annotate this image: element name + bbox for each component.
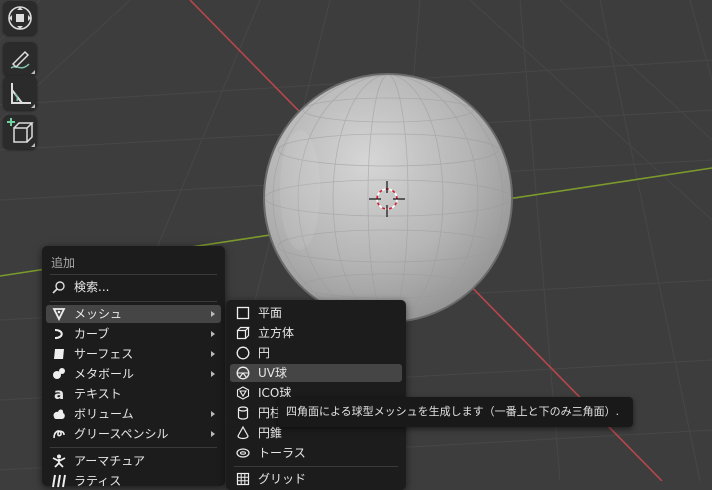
tool-options-corner <box>31 104 35 108</box>
menu-separator <box>50 301 217 302</box>
menu-item-plane[interactable]: 平面 <box>230 304 402 322</box>
submenu-arrow-icon <box>211 311 215 317</box>
move-view-icon <box>8 6 32 30</box>
menu-item-label: UV球 <box>258 366 287 380</box>
menu-item-surface[interactable]: サーフェス <box>46 345 221 363</box>
mesh-icon <box>52 307 66 321</box>
torus-icon <box>236 446 250 460</box>
tool-options-corner <box>31 143 35 147</box>
menu-item-cube[interactable]: 立方体 <box>230 324 402 342</box>
menu-item-torus[interactable]: トーラス <box>230 444 402 462</box>
mesh-submenu: 平面 立方体 円 UV球 ICO球 円柱 円錐 トーラス グリッド <box>226 300 406 490</box>
search-icon <box>52 280 66 294</box>
menu-item-metaball[interactable]: メタボール <box>46 365 221 383</box>
menu-item-label: メタボール <box>74 367 135 381</box>
menu-item-label: カーブ <box>74 327 110 341</box>
menu-item-label: グリースペンシル <box>74 427 169 441</box>
tooltip: 四角面による球型メッシュを生成します（一番上と下のみ三角面）. <box>278 397 633 427</box>
menu-item-grease-pencil[interactable]: グリースペンシル <box>46 425 221 443</box>
tool-options-corner <box>31 70 35 74</box>
menu-item-label: アーマチュア <box>74 454 146 468</box>
volume-icon <box>52 407 66 421</box>
grease-pencil-icon <box>52 427 66 441</box>
cylinder-icon <box>236 406 250 420</box>
lattice-icon <box>52 474 66 488</box>
menu-item-lattice[interactable]: ラティス <box>46 472 221 490</box>
menu-item-label: テキスト <box>74 387 122 401</box>
menu-item-label: サーフェス <box>74 347 134 361</box>
plane-icon <box>236 306 250 320</box>
submenu-arrow-icon <box>211 331 215 337</box>
menu-item-label: 円錐 <box>258 426 283 440</box>
menu-item-grid[interactable]: グリッド <box>230 470 402 488</box>
add-menu: 追加 検索... メッシュ カーブ サーフェス メタボール a テキスト ボリュ… <box>42 246 225 488</box>
armature-icon <box>52 454 66 468</box>
measure-tool-button[interactable] <box>3 76 37 110</box>
menu-search[interactable]: 検索... <box>46 278 221 296</box>
submenu-arrow-icon <box>211 371 215 377</box>
menu-item-label: トーラス <box>258 446 306 460</box>
cube-icon <box>236 326 250 340</box>
menu-item-label: 平面 <box>258 306 283 320</box>
menu-item-volume[interactable]: ボリューム <box>46 405 221 423</box>
move-view-button[interactable] <box>3 1 37 35</box>
menu-item-text[interactable]: a テキスト <box>46 385 221 403</box>
menu-separator <box>50 274 217 275</box>
menu-item-armature[interactable]: アーマチュア <box>46 452 221 470</box>
circle-icon <box>236 346 250 360</box>
menu-separator <box>50 447 217 448</box>
grid-icon <box>236 472 250 486</box>
menu-item-label: ボリューム <box>74 407 134 421</box>
menu-item-circle[interactable]: 円 <box>230 344 402 362</box>
menu-item-label: グリッド <box>258 472 307 486</box>
uv-sphere <box>263 73 513 323</box>
menu-item-uv-sphere[interactable]: UV球 <box>230 364 402 382</box>
annotate-tool-button[interactable] <box>3 42 37 76</box>
menu-title: 追加 <box>51 256 76 270</box>
menu-item-label: ラティス <box>74 474 122 488</box>
cone-icon <box>236 426 250 440</box>
menu-item-label: 円 <box>258 346 271 360</box>
submenu-arrow-icon <box>211 351 215 357</box>
text-icon: a <box>53 385 65 403</box>
menu-item-label: メッシュ <box>74 307 123 321</box>
menu-item-label: 立方体 <box>258 326 295 340</box>
menu-item-curve[interactable]: カーブ <box>46 325 221 343</box>
ico-sphere-icon <box>236 386 250 400</box>
submenu-arrow-icon <box>211 411 215 417</box>
surface-icon <box>52 347 66 361</box>
curve-icon <box>52 327 66 341</box>
menu-item-mesh[interactable]: メッシュ <box>46 305 221 323</box>
uv-sphere-icon <box>236 366 250 380</box>
metaball-icon <box>52 367 66 381</box>
submenu-arrow-icon <box>211 431 215 437</box>
search-label: 検索... <box>74 280 110 294</box>
menu-separator <box>234 466 398 467</box>
add-cube-tool-button[interactable] <box>3 115 37 149</box>
